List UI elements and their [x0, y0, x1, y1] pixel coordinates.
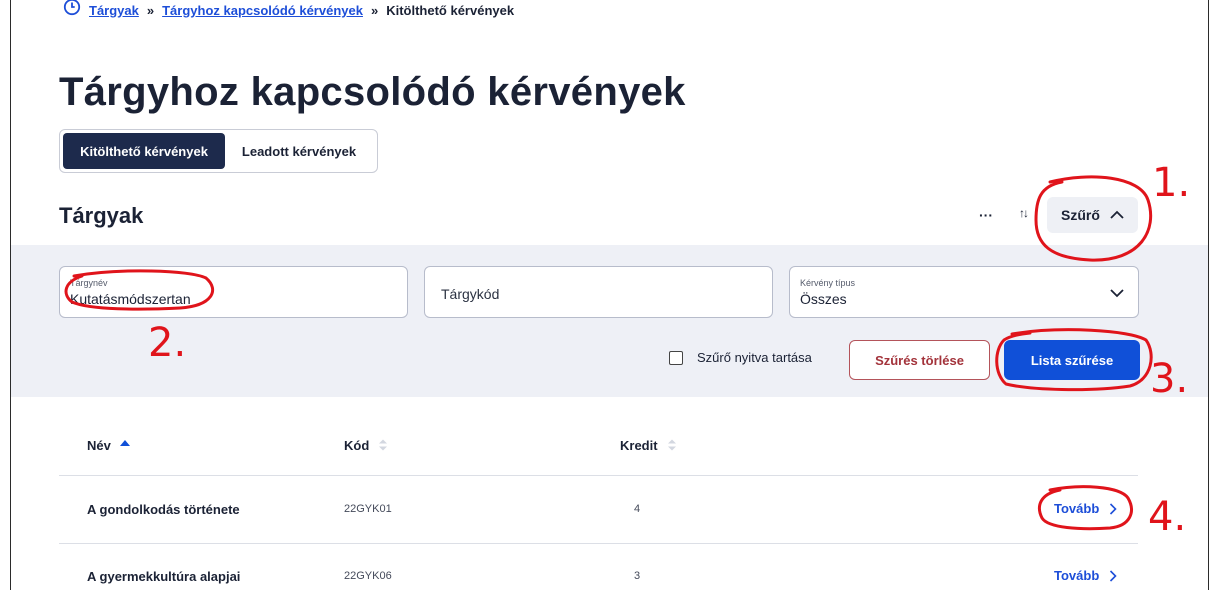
chevron-right-icon	[1110, 569, 1117, 582]
request-type-select[interactable]: Kérvény típus Összes	[789, 266, 1139, 318]
app-frame: Tárgyak » Tárgyhoz kapcsolódó kérvények …	[10, 0, 1209, 590]
sort-ascending-icon	[119, 440, 130, 446]
chevron-down-icon	[1110, 289, 1124, 298]
subject-name-cell: A gyermekkultúra alapjai	[87, 569, 241, 584]
breadcrumb-item-targyak[interactable]: Tárgyak	[89, 4, 139, 18]
keep-filter-open-checkbox[interactable]	[669, 350, 683, 365]
request-type-value: Összes	[800, 291, 847, 307]
subject-credit-cell: 4	[634, 503, 641, 515]
filter-toggle-button[interactable]: Szűrő	[1047, 197, 1138, 233]
column-header-label: Kód	[344, 437, 370, 453]
column-header-nev[interactable]: Név	[87, 437, 131, 453]
more-link-label: Tovább	[1054, 568, 1100, 583]
table-divider	[59, 543, 1138, 544]
sort-button[interactable]: ↑↓	[1019, 206, 1029, 220]
apply-filter-button[interactable]: Lista szűrése	[1004, 340, 1140, 380]
section-title: Tárgyak	[59, 203, 144, 228]
breadcrumb-item-kervenyek[interactable]: Tárgyhoz kapcsolódó kérvények	[162, 4, 363, 18]
subject-code-placeholder: Tárgykód	[441, 286, 500, 302]
subject-name-field[interactable]: Tárgynév Kutatásmódszertan	[59, 266, 408, 318]
sort-icon	[667, 439, 676, 451]
sort-icon	[379, 439, 388, 451]
subject-name-label: Tárgynév	[70, 278, 108, 288]
column-header-label: Kredit	[620, 437, 658, 453]
more-link[interactable]: Tovább	[1054, 501, 1117, 516]
keep-filter-open-label: Szűrő nyitva tartása	[697, 350, 812, 365]
tab-kitoltheto-kervenyek[interactable]: Kitölthető kérvények	[63, 133, 225, 169]
keep-filter-open-option[interactable]: Szűrő nyitva tartása	[669, 350, 812, 365]
column-header-kredit[interactable]: Kredit	[620, 437, 678, 453]
subject-name-value: Kutatásmódszertan	[70, 291, 191, 307]
subject-code-cell: 22GYK01	[344, 503, 392, 515]
page-title: Tárgyhoz kapcsolódó kérvények	[59, 70, 686, 114]
tab-leadott-kervenyek[interactable]: Leadott kérvények	[229, 133, 369, 169]
breadcrumb-separator: »	[146, 3, 155, 18]
column-header-kod[interactable]: Kód	[344, 437, 389, 453]
more-options-button[interactable]: ···	[979, 207, 993, 223]
subject-name-cell: A gondolkodás története	[87, 502, 240, 517]
breadcrumb: Tárgyak » Tárgyhoz kapcsolódó kérvények …	[63, 0, 515, 18]
column-header-label: Név	[87, 437, 111, 453]
request-type-label: Kérvény típus	[800, 278, 856, 288]
subject-credit-cell: 3	[634, 570, 641, 582]
chevron-right-icon	[1110, 502, 1117, 515]
chevron-up-icon	[1110, 210, 1124, 219]
clear-filter-button[interactable]: Szűrés törlése	[849, 340, 990, 380]
breadcrumb-item-current: Kitölthető kérvények	[386, 3, 515, 18]
table-divider	[59, 475, 1138, 476]
tab-bar: Kitölthető kérvények Leadott kérvények	[59, 129, 378, 173]
filter-toggle-label: Szűrő	[1061, 207, 1100, 223]
breadcrumb-separator: »	[370, 3, 379, 18]
more-link[interactable]: Tovább	[1054, 568, 1117, 583]
subject-code-cell: 22GYK06	[344, 570, 392, 582]
clock-icon	[63, 0, 81, 16]
subject-code-field[interactable]: Tárgykód	[424, 266, 773, 318]
more-link-label: Tovább	[1054, 501, 1100, 516]
